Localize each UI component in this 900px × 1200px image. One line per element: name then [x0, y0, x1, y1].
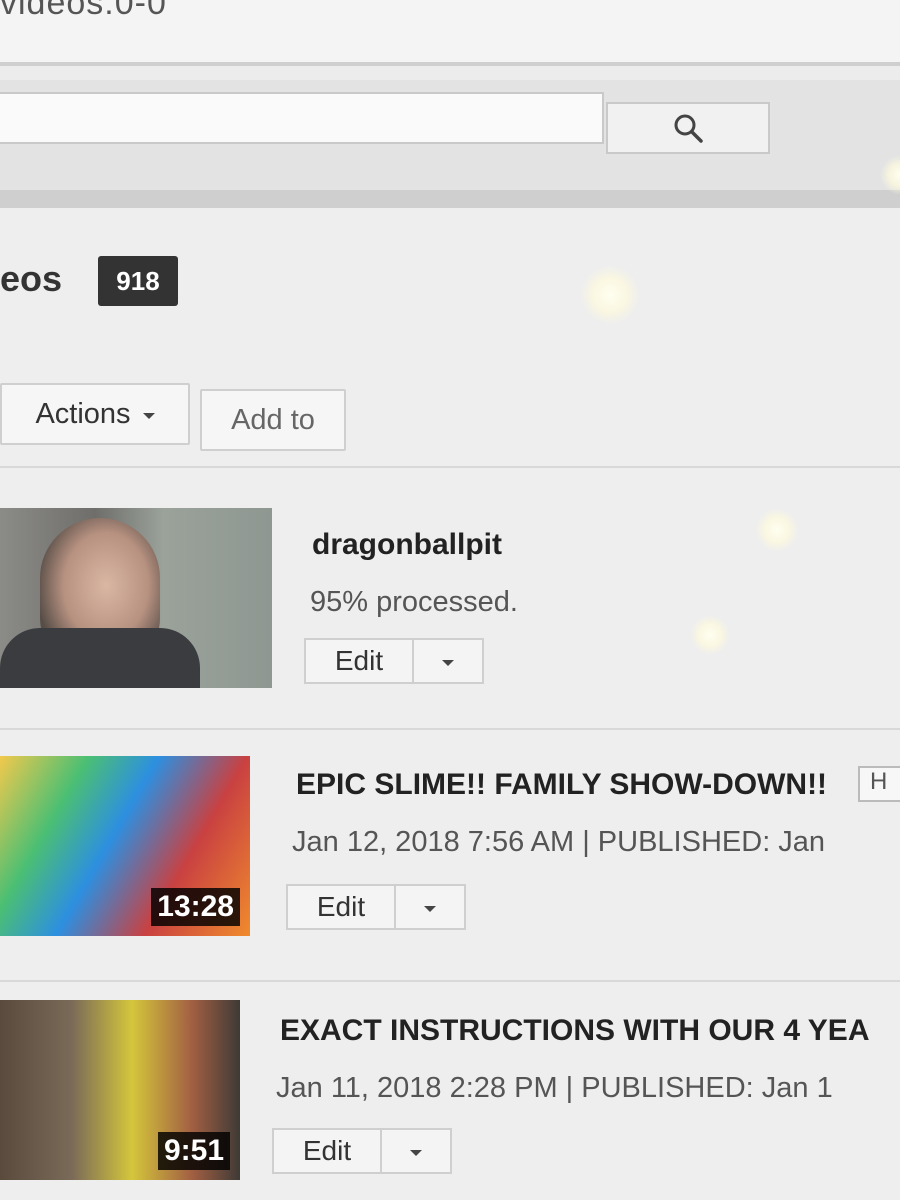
- actions-dropdown-button[interactable]: Actions: [0, 383, 190, 445]
- edit-button[interactable]: Edit: [272, 1128, 382, 1174]
- videos-content: eos 918 Actions Add to dragonballpit 95%…: [0, 208, 900, 1200]
- video-duration: 13:28: [151, 888, 240, 926]
- screen-glare: [755, 508, 799, 552]
- videos-heading: eos: [0, 258, 63, 299]
- screen-glare: [580, 265, 640, 325]
- video-title[interactable]: EXACT INSTRUCTIONS WITH OUR 4 YEA: [280, 1014, 869, 1048]
- screen-glare: [690, 615, 730, 655]
- header-bar: videos:0-0: [0, 0, 900, 66]
- edit-menu-button[interactable]: [412, 638, 484, 684]
- divider: [0, 190, 900, 208]
- search-icon: [674, 114, 703, 143]
- video-count-badge: 918: [98, 256, 178, 306]
- video-date: Jan 12, 2018 7:56 AM | PUBLISHED: Jan: [292, 826, 826, 858]
- video-thumbnail[interactable]: [0, 508, 272, 688]
- video-manager-page: videos:0-0 eos 918 Actions Add to dragon…: [0, 0, 900, 1200]
- row-divider: [0, 728, 900, 730]
- page-title: videos:0-0: [0, 0, 167, 22]
- edit-button[interactable]: Edit: [286, 884, 396, 930]
- row-divider: [0, 466, 900, 468]
- video-duration: 9:51: [157, 1132, 230, 1170]
- caret-down-icon: [410, 1150, 422, 1156]
- search-bar: [0, 80, 900, 190]
- thumbnail-shirt: [0, 628, 200, 688]
- caret-down-icon: [442, 660, 454, 666]
- row-divider: [0, 980, 900, 982]
- edit-menu-button[interactable]: [394, 884, 466, 930]
- video-thumbnail[interactable]: 9:51: [0, 1000, 240, 1180]
- add-to-button[interactable]: Add to: [200, 389, 346, 451]
- actions-label: Actions: [35, 397, 131, 430]
- video-thumbnail[interactable]: 13:28: [0, 756, 250, 936]
- edit-menu-button[interactable]: [380, 1128, 452, 1174]
- edit-button[interactable]: Edit: [304, 638, 414, 684]
- video-status: 95% processed.: [310, 586, 518, 618]
- hd-badge: H: [858, 766, 900, 802]
- video-date: Jan 11, 2018 2:28 PM | PUBLISHED: Jan 1: [276, 1072, 833, 1104]
- video-title[interactable]: EPIC SLIME!! FAMILY SHOW-DOWN!!: [296, 768, 827, 802]
- caret-down-icon: [424, 906, 436, 912]
- video-title[interactable]: dragonballpit: [312, 528, 502, 562]
- caret-down-icon: [142, 413, 155, 419]
- search-input[interactable]: [0, 92, 604, 144]
- search-button[interactable]: [606, 102, 770, 154]
